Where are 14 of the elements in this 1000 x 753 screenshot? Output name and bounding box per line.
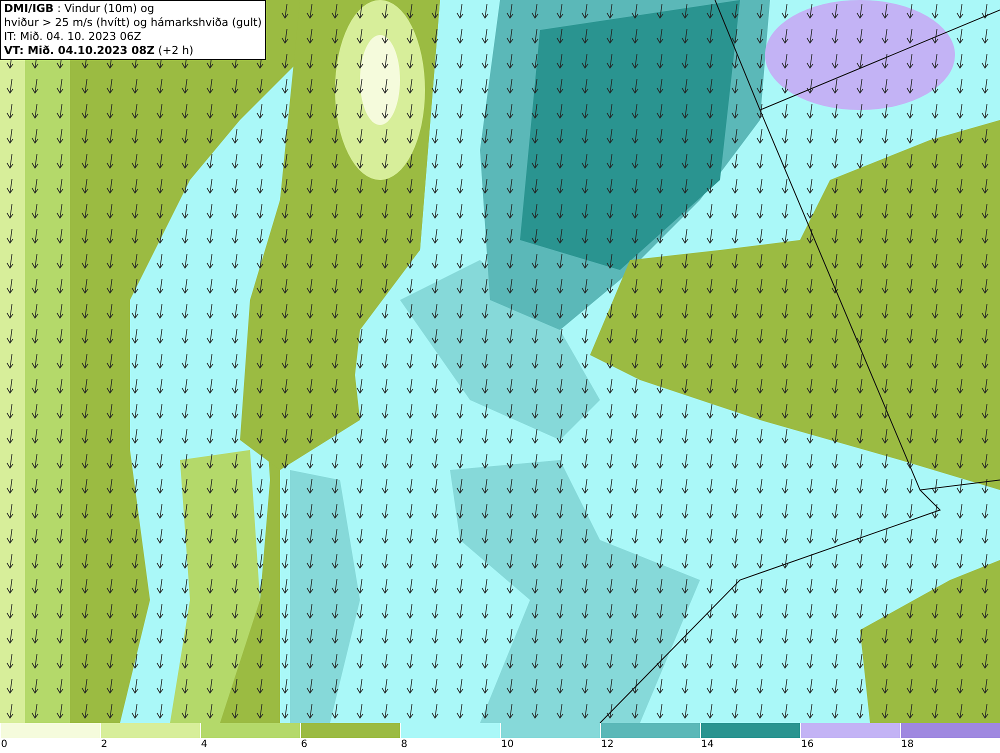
info-text: hviður > 25 m/s (hvítt) og hámarkshviða (gult) [4, 16, 262, 30]
legend-label: 18 [900, 738, 914, 752]
legend-label: 0 [0, 738, 8, 752]
legend-label: 12 [600, 738, 614, 752]
legend-label: 10 [500, 738, 514, 752]
legend-label: 14 [700, 738, 714, 752]
info-text: DMI/IGB : Vindur (10m) og [4, 2, 156, 16]
info-text: VT: Mið. 04.10.2023 08Z (+2 h) [4, 44, 194, 58]
legend-label: 16 [800, 738, 814, 752]
legend-label: 2 [100, 738, 108, 752]
legend-label: 4 [200, 738, 208, 752]
info-text: IT: Mið. 04. 10. 2023 06Z [4, 30, 142, 44]
legend-label: 8 [400, 738, 408, 752]
legend-label: 6 [300, 738, 308, 752]
